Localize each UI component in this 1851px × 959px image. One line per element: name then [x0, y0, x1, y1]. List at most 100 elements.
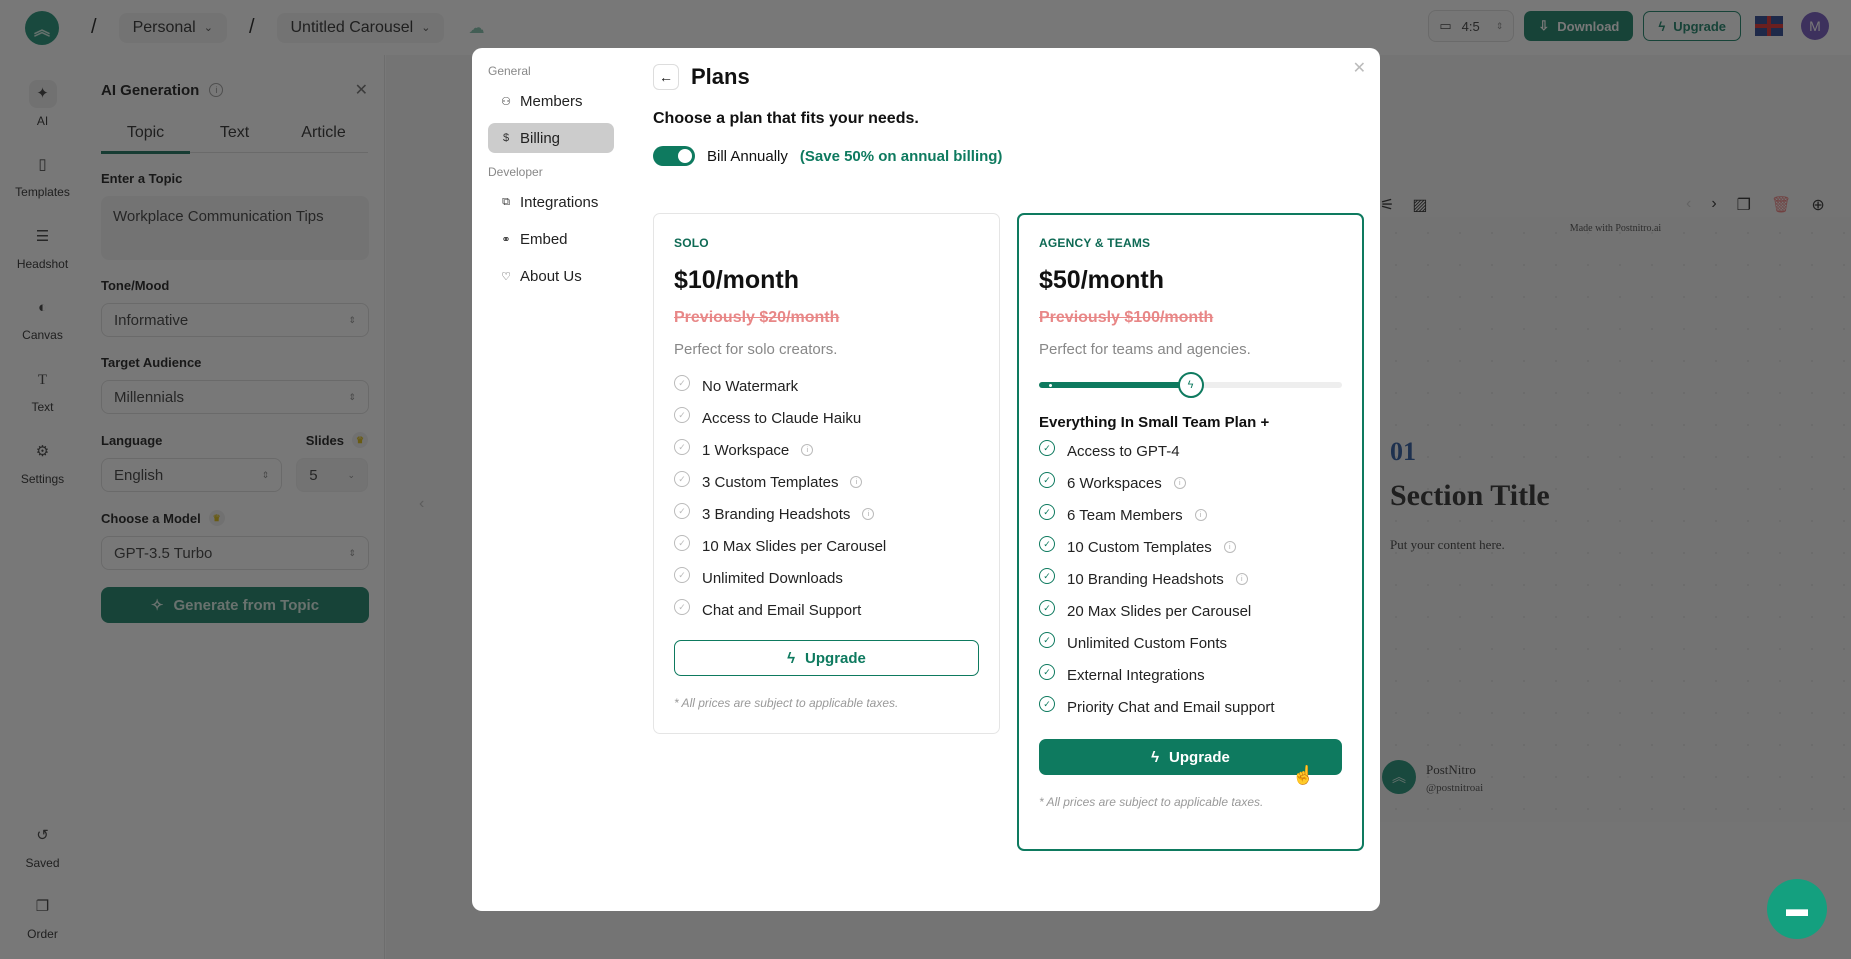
check-circle-icon: ✓: [674, 599, 690, 615]
check-circle-icon: ✓: [674, 439, 690, 455]
nav-label: Billing: [520, 129, 561, 147]
check-circle-icon: ✓: [1039, 568, 1055, 584]
info-icon[interactable]: i: [1173, 477, 1186, 489]
nav-group-general: General: [488, 64, 531, 78]
includes-label: Everything In Small Team Plan +: [1039, 414, 1270, 431]
check-circle-icon: ✓: [674, 503, 690, 519]
plan-card-agency: AGENCY & TEAMS $50/month Previously $100…: [1017, 213, 1364, 851]
feature-item: ✓ 10 Max Slides per Carousel: [674, 530, 979, 562]
tax-note: * All prices are subject to applicable t…: [674, 696, 899, 710]
feature-list: ✓ Access to GPT-4 ✓ 6 Workspaces i ✓ 6 Team Me…: [1039, 435, 1342, 723]
feature-item: ✓ 6 Team Members i: [1039, 499, 1342, 531]
billing-toggle-row: Bill Annually (Save 50% on annual billin…: [653, 146, 1368, 166]
nav-group-developer: Developer: [488, 165, 543, 179]
bolt-icon: ϟ: [1187, 379, 1194, 391]
info-icon[interactable]: i: [801, 444, 814, 456]
info-icon[interactable]: i: [1235, 573, 1248, 585]
nav-label: About Us: [520, 267, 582, 285]
feature-text: Unlimited Custom Fonts: [1067, 634, 1228, 652]
bill-annually-toggle[interactable]: [653, 146, 695, 166]
feature-item: ✓ 6 Workspaces i: [1039, 467, 1342, 499]
plan-previous-price: Previously $100/month: [1039, 309, 1214, 326]
plan-previous-price: Previously $20/month: [674, 309, 840, 326]
back-button[interactable]: ←: [653, 64, 679, 90]
feature-item: ✓ 3 Custom Templates i: [674, 466, 979, 498]
feature-text: 3 Branding Headshots: [702, 505, 851, 523]
feature-item: ✓ Priority Chat and Email support: [1039, 691, 1342, 723]
feature-text: Unlimited Downloads: [702, 569, 843, 587]
plan-card-solo: SOLO $10/month Previously $20/month Perf…: [653, 213, 1000, 734]
plan-description: Perfect for solo creators.: [674, 341, 838, 358]
info-icon[interactable]: i: [1223, 541, 1236, 553]
integrations-icon: ⧉: [502, 195, 510, 208]
feature-item: ✓ 1 Workspace i: [674, 434, 979, 466]
feature-item: ✓ 20 Max Slides per Carousel: [1039, 595, 1342, 627]
check-circle-icon: ✓: [1039, 536, 1055, 552]
plan-description: Perfect for teams and agencies.: [1039, 341, 1251, 358]
feature-text: 6 Team Members: [1067, 506, 1183, 524]
feature-text: Priority Chat and Email support: [1067, 698, 1275, 716]
arrow-left-icon: ←: [659, 69, 673, 85]
check-circle-icon: ✓: [1039, 664, 1055, 680]
feature-item: ✓ External Integrations: [1039, 659, 1342, 691]
slider-fill: [1039, 382, 1191, 388]
chat-icon: ▬: [1786, 896, 1808, 921]
plan-price: $50/month: [1039, 266, 1165, 294]
feature-text: 1 Workspace: [702, 441, 790, 459]
plans-subtitle: Choose a plan that fits your needs.: [653, 110, 919, 127]
feature-item: ✓ Access to Claude Haiku: [674, 402, 979, 434]
feature-text: Chat and Email Support: [702, 601, 862, 619]
upgrade-label: Upgrade: [1169, 748, 1230, 766]
nav-item-members[interactable]: ⚇ Members: [488, 86, 614, 116]
upgrade-label: Upgrade: [805, 649, 866, 667]
plan-tier: AGENCY & TEAMS: [1039, 236, 1151, 250]
check-circle-icon: ✓: [1039, 504, 1055, 520]
team-size-slider[interactable]: ϟ: [1039, 372, 1342, 398]
feature-text: 10 Max Slides per Carousel: [702, 537, 887, 555]
info-icon[interactable]: i: [862, 508, 875, 520]
save-note: (Save 50% on annual billing): [799, 147, 1003, 165]
nav-item-embed[interactable]: ⚭ Embed: [488, 224, 614, 254]
feature-text: External Integrations: [1067, 666, 1205, 684]
check-circle-icon: ✓: [674, 375, 690, 391]
feature-item: ✓ Chat and Email Support: [674, 594, 979, 626]
tax-note: * All prices are subject to applicable t…: [1039, 795, 1264, 809]
chat-widget-button[interactable]: ▬: [1767, 879, 1827, 939]
hand-cursor-icon: ☝: [1292, 765, 1315, 785]
plan-price: $10/month: [674, 266, 800, 294]
check-circle-icon: ✓: [1039, 440, 1055, 456]
nav-label: Members: [520, 92, 583, 110]
bill-annually-label: Bill Annually: [707, 147, 788, 165]
app: ︽ / Personal⌄ / Untitled Carousel⌄ ☁ ▭4:…: [0, 0, 1851, 959]
settings-nav: General ⚇ Members $ Billing Developer ⧉ Int…: [488, 64, 614, 298]
info-icon[interactable]: i: [850, 476, 863, 488]
check-circle-icon: ✓: [674, 567, 690, 583]
feature-text: 10 Custom Templates: [1067, 538, 1212, 556]
check-circle-icon: ✓: [1039, 632, 1055, 648]
upgrade-solo-button[interactable]: ϟ Upgrade: [674, 640, 979, 676]
plans-modal: ✕ General ⚇ Members $ Billing Developer ⧉ I…: [472, 48, 1380, 911]
nav-item-about[interactable]: ♡ About Us: [488, 261, 614, 291]
nav-item-billing[interactable]: $ Billing: [488, 123, 614, 153]
bolt-icon: ϟ: [1151, 748, 1160, 766]
feature-item: ✓ No Watermark: [674, 370, 979, 402]
nav-item-integrations[interactable]: ⧉ Integrations: [488, 187, 614, 217]
slider-handle[interactable]: ϟ: [1177, 372, 1204, 398]
title-row: ← Plans: [653, 64, 1368, 90]
feature-text: 20 Max Slides per Carousel: [1067, 602, 1252, 620]
check-circle-icon: ✓: [674, 535, 690, 551]
feature-text: No Watermark: [702, 377, 799, 395]
slider-start-dot: [1049, 384, 1052, 387]
feature-item: ✓ 10 Custom Templates i: [1039, 531, 1342, 563]
info-icon[interactable]: i: [1194, 509, 1207, 521]
check-circle-icon: ✓: [1039, 472, 1055, 488]
feature-text: 10 Branding Headshots: [1067, 570, 1224, 588]
feature-text: Access to Claude Haiku: [702, 409, 862, 427]
dollar-icon: $: [502, 132, 510, 144]
feature-item: ✓ Access to GPT-4: [1039, 435, 1342, 467]
nav-label: Embed: [520, 230, 568, 248]
feature-list: ✓ No Watermark ✓ Access to Claude Haiku ✓ 1 W…: [674, 370, 979, 626]
page-title: Plans: [691, 64, 750, 89]
users-icon: ⚇: [501, 95, 511, 108]
check-circle-icon: ✓: [674, 471, 690, 487]
